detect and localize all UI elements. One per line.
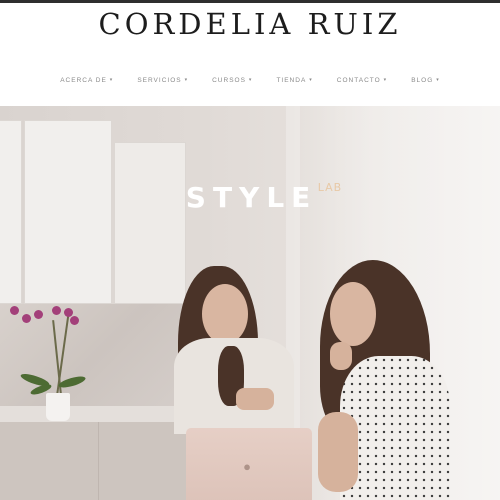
logo-main-text: STYLE xyxy=(185,181,318,214)
site-brand-title[interactable]: CORDELIA RUIZ xyxy=(0,4,500,44)
chevron-down-icon: ▾ xyxy=(309,77,313,83)
hero-banner: ● STYLE LAB xyxy=(0,106,500,500)
nav-item-acerca-de[interactable]: ACERCA DE ▾ xyxy=(48,72,125,88)
nav-item-label: CURSOS xyxy=(212,76,246,84)
main-navigation: ACERCA DE ▾ SERVICIOS ▾ CURSOS ▾ TIENDA … xyxy=(0,72,500,88)
nav-item-label: TIENDA xyxy=(276,76,307,84)
nav-item-contacto[interactable]: CONTACTO ▾ xyxy=(325,72,399,88)
style-lab-logo: STYLE LAB xyxy=(0,180,500,216)
apple-logo-icon: ● xyxy=(243,459,251,474)
top-border-line xyxy=(0,0,500,3)
kitchen-cabinet xyxy=(114,142,186,304)
chevron-down-icon: ▾ xyxy=(109,77,114,83)
chevron-down-icon: ▾ xyxy=(248,77,253,83)
nav-item-servicios[interactable]: SERVICIOS ▾ xyxy=(125,72,200,88)
kitchen-counter xyxy=(0,406,200,422)
nav-item-label: SERVICIOS xyxy=(137,76,182,84)
nav-item-blog[interactable]: BLOG ▾ xyxy=(399,72,452,88)
chevron-down-icon: ▾ xyxy=(184,77,189,83)
logo-sub-text: LAB xyxy=(317,181,343,194)
nav-item-label: ACERCA DE xyxy=(60,76,107,84)
nav-item-cursos[interactable]: CURSOS ▾ xyxy=(200,72,264,88)
chevron-down-icon: ▾ xyxy=(436,77,440,83)
nav-item-label: BLOG xyxy=(411,76,434,84)
nav-item-label: CONTACTO xyxy=(336,76,381,84)
nav-item-tienda[interactable]: TIENDA ▾ xyxy=(264,72,324,88)
lower-cabinet xyxy=(0,422,200,500)
chevron-down-icon: ▾ xyxy=(383,77,388,83)
